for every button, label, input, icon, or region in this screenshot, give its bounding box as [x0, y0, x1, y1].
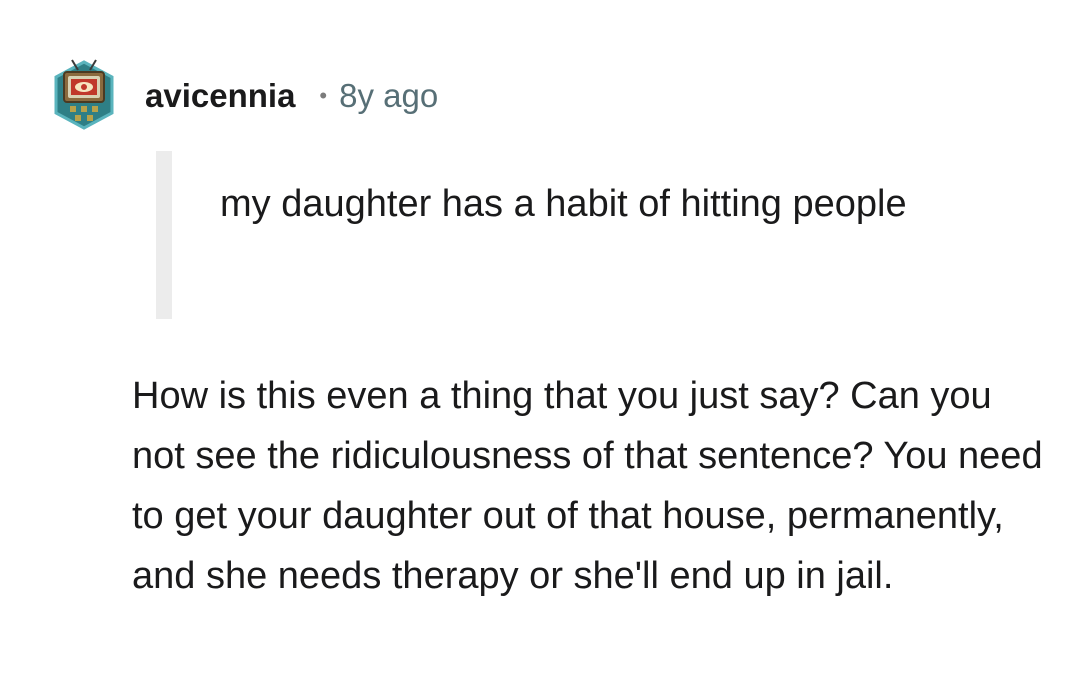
username-link[interactable]: avicennia: [145, 77, 295, 115]
comment-meta: avicennia • 8y ago: [145, 74, 438, 118]
timestamp: 8y ago: [339, 77, 439, 114]
blockquote-text: my daughter has a habit of hitting peopl…: [220, 183, 907, 225]
snoo-tv-avatar-icon: [54, 59, 114, 130]
user-avatar-icon[interactable]: [52, 58, 116, 132]
separator-dot: •: [319, 83, 328, 108]
blockquote-bar: [156, 151, 172, 319]
comment-body: How is this even a thing that you just s…: [132, 375, 1043, 597]
